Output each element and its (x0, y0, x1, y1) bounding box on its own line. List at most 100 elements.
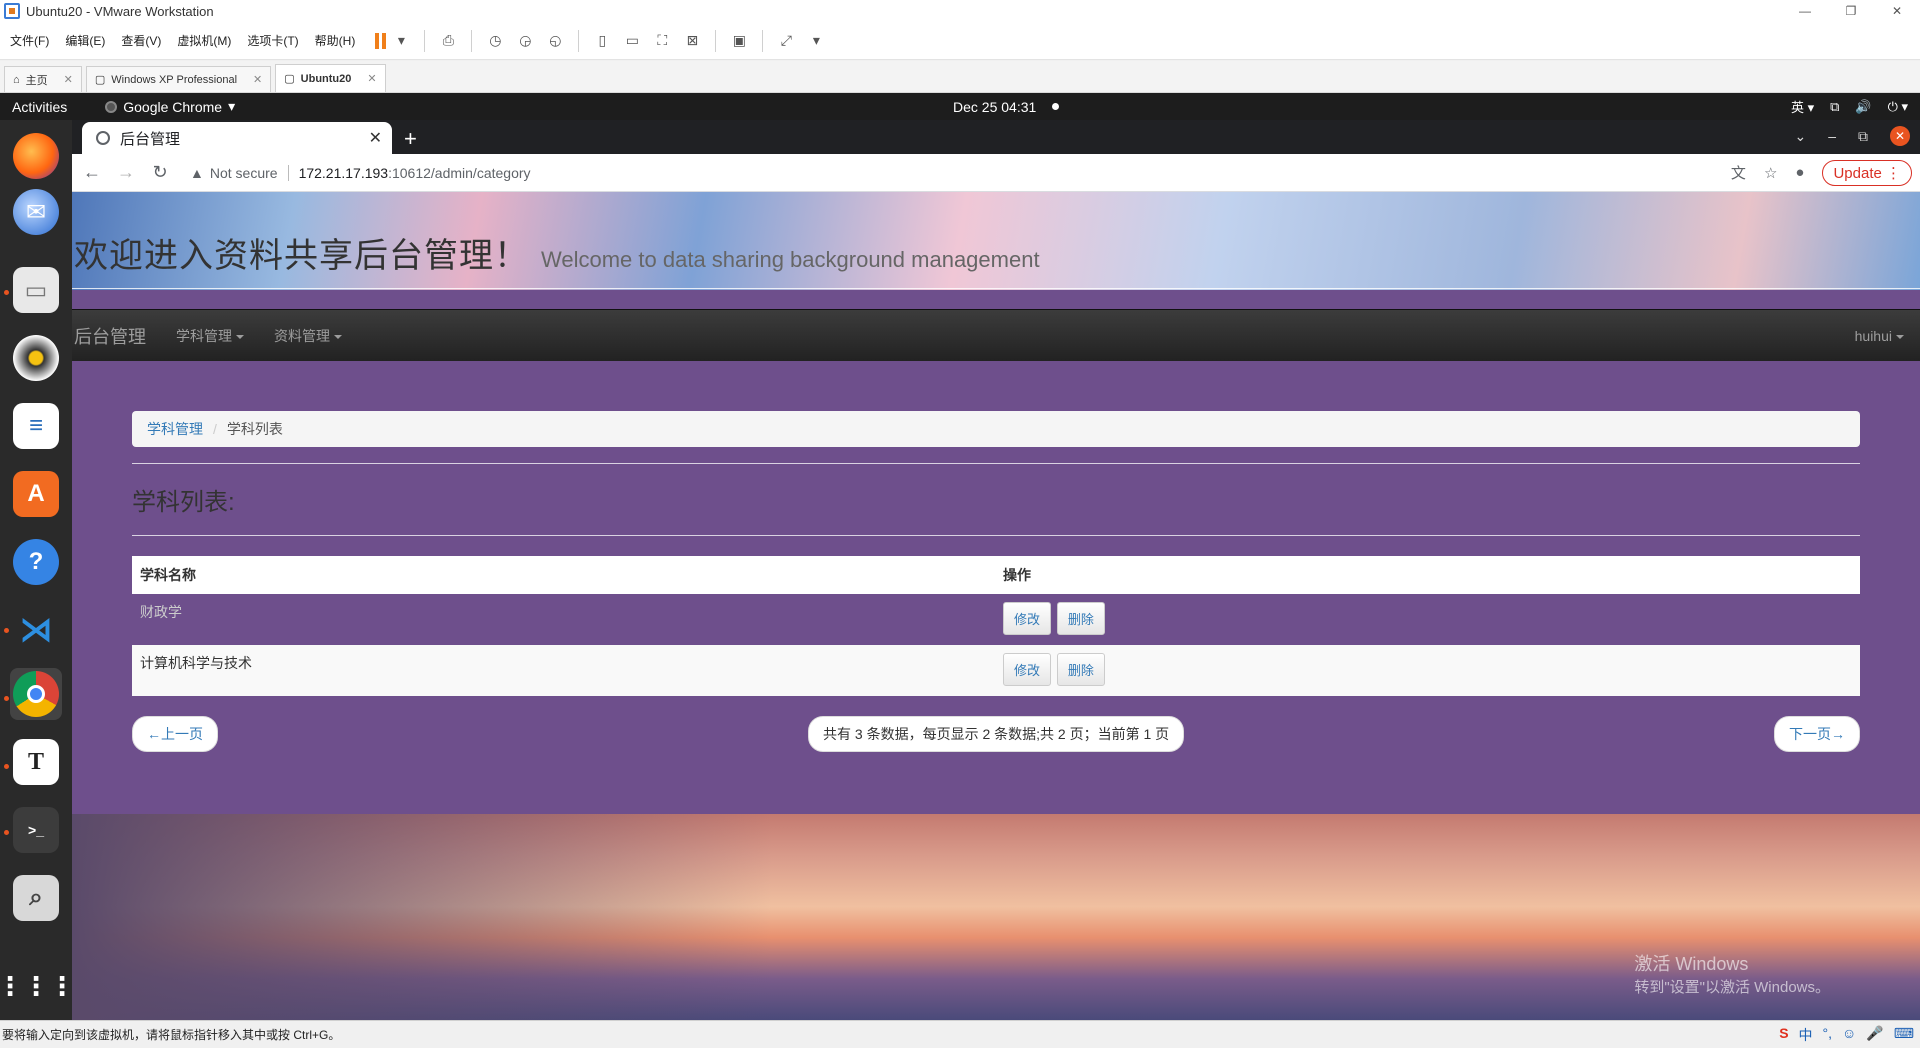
tab-search-icon[interactable]: ⌄ (1794, 128, 1806, 145)
new-tab-button[interactable]: + (404, 126, 417, 152)
minimize-icon[interactable]: – (1828, 128, 1836, 144)
warning-icon[interactable]: ▲ (190, 165, 204, 181)
close-tab-icon[interactable]: ✕ (367, 72, 376, 85)
close-window-icon[interactable]: ✕ (1890, 126, 1910, 146)
close-icon[interactable]: ✕ (1874, 0, 1920, 22)
firefox-icon[interactable] (10, 130, 62, 182)
restore-icon[interactable]: ⧉ (1858, 128, 1868, 145)
menu-tabs[interactable]: 选项卡(T) (241, 32, 304, 49)
list-title: 学科列表: (132, 489, 235, 516)
close-tab-icon[interactable]: ✕ (64, 73, 73, 86)
pagination-summary: 共有 3 条数据，每页显示 2 条数据;共 2 页；当前第 1 页 (808, 716, 1185, 752)
dropdown-icon[interactable]: ▾ (805, 30, 827, 52)
libreoffice-writer-icon[interactable]: ≡ (10, 400, 62, 452)
app-menu[interactable]: Google Chrome ▾ (105, 98, 235, 115)
snapshot-icon[interactable]: ◷ (484, 30, 506, 52)
emoji-icon[interactable]: ☺ (1842, 1025, 1856, 1045)
chrome-icon[interactable] (10, 668, 62, 720)
next-page-button[interactable]: 下一页→ (1774, 716, 1860, 752)
subject-name: 计算机科学与技术 (132, 645, 995, 696)
show-applications-icon[interactable]: ⋮⋮⋮ (0, 960, 75, 1012)
thunderbird-icon[interactable]: ✉ (10, 186, 62, 238)
volume-icon[interactable]: 🔊 (1855, 99, 1871, 115)
nav-material-management[interactable]: 资料管理 (274, 326, 342, 346)
unity-icon[interactable]: ⊠ (681, 30, 703, 52)
menu-help[interactable]: 帮助(H) (309, 32, 362, 49)
column-header-name: 学科名称 (132, 556, 995, 594)
tab-ubuntu20[interactable]: ▢ Ubuntu20 ✕ (275, 64, 386, 92)
breadcrumb-separator: / (213, 421, 217, 437)
keyboard-icon[interactable]: ⌨ (1894, 1025, 1914, 1045)
thumbnail-icon[interactable]: ▭ (621, 30, 643, 52)
tab-windows-xp[interactable]: ▢ Windows XP Professional ✕ (85, 66, 272, 92)
clock[interactable]: Dec 25 04:31 (953, 99, 1060, 115)
restore-icon[interactable]: ❐ (1828, 0, 1874, 22)
bookmark-star-icon[interactable]: ☆ (1764, 164, 1777, 182)
activities-button[interactable]: Activities (12, 99, 67, 115)
translate-icon[interactable]: 文 (1731, 162, 1746, 183)
menu-file[interactable]: 文件(F) (4, 32, 55, 49)
terminal-icon[interactable]: >_ (10, 804, 62, 856)
network-icon[interactable]: ⧉ (1830, 99, 1839, 115)
edit-button[interactable]: 修改 (1003, 602, 1052, 635)
punctuation-icon[interactable]: °, (1823, 1025, 1833, 1045)
rhythmbox-icon[interactable] (10, 332, 62, 384)
minimize-icon[interactable]: — (1782, 0, 1828, 22)
fullscreen-icon[interactable]: ⛶ (651, 30, 673, 52)
address-bar[interactable]: ▲ Not secure 172.21.17.193 :10612/admin/… (190, 164, 531, 181)
delete-button[interactable]: 删除 (1056, 602, 1105, 635)
user-menu[interactable]: huihui (1855, 328, 1904, 344)
profile-icon[interactable]: ● (1795, 164, 1804, 181)
back-icon[interactable]: ← (78, 162, 106, 183)
vmware-logo-icon (4, 3, 20, 19)
navbar-brand[interactable]: 后台管理 (74, 323, 146, 349)
help-icon[interactable]: ? (10, 536, 62, 588)
chrome-small-icon (105, 100, 118, 113)
revert-snapshot-icon[interactable]: ◶ (514, 30, 536, 52)
send-ctrl-alt-del-icon[interactable]: ⎙ (437, 30, 459, 52)
dropdown-icon[interactable]: ▾ (390, 30, 412, 52)
menu-vm[interactable]: 虚拟机(M) (171, 32, 237, 49)
chrome-window-controls: ⌄ – ⧉ ✕ (1794, 126, 1910, 146)
close-tab-icon[interactable]: ✕ (253, 73, 262, 86)
forward-icon[interactable]: → (112, 162, 140, 183)
breadcrumb-current: 学科列表 (226, 421, 283, 437)
vm-running-icon: ▢ (284, 73, 295, 85)
gnome-top-bar: Activities Google Chrome ▾ Dec 25 04:31 … (0, 93, 1920, 120)
snapshot-manager-icon[interactable]: ◵ (544, 30, 566, 52)
menu-edit[interactable]: 编辑(E) (59, 32, 111, 49)
tab-home[interactable]: ⌂ 主页 ✕ (4, 66, 82, 92)
menu-view[interactable]: 查看(V) (115, 32, 167, 49)
admin-navbar: 后台管理 学科管理 资料管理 huihui (72, 309, 1920, 361)
pause-icon[interactable] (375, 32, 387, 49)
breadcrumb-parent[interactable]: 学科管理 (147, 419, 203, 439)
files-icon[interactable]: ▭ (10, 264, 62, 316)
console-icon[interactable]: ▣ (728, 30, 750, 52)
screenshot-icon[interactable]: ⌕ (10, 872, 62, 924)
browser-tab[interactable]: 后台管理 ✕ (82, 122, 392, 154)
chrome-tab-strip: 后台管理 ✕ + ⌄ – ⧉ ✕ (72, 120, 1920, 154)
update-button[interactable]: Update ⋮ (1822, 159, 1912, 186)
edit-button[interactable]: 修改 (1003, 653, 1052, 686)
vscode-icon[interactable]: ⋊ (10, 604, 62, 656)
power-icon[interactable]: ⏻ ▾ (1888, 99, 1908, 115)
delete-button[interactable]: 删除 (1056, 653, 1105, 686)
reload-icon[interactable]: ↻ (146, 162, 174, 183)
typora-icon[interactable]: T (10, 736, 62, 788)
sogou-ime-icon[interactable]: S (1779, 1025, 1788, 1045)
software-center-icon[interactable]: A (10, 468, 62, 520)
ime-mode[interactable]: 中 (1799, 1025, 1813, 1045)
input-method-indicator[interactable]: 英 ▾ (1791, 97, 1814, 116)
voice-icon[interactable]: 🎤 (1866, 1025, 1883, 1045)
security-label[interactable]: Not secure (210, 164, 289, 181)
nav-subject-management[interactable]: 学科管理 (176, 326, 244, 346)
vmware-tab-strip: ⌂ 主页 ✕ ▢ Windows XP Professional ✕ ▢ Ubu… (0, 61, 1920, 93)
library-icon[interactable]: ▯ (591, 30, 613, 52)
stretch-icon[interactable]: ⤢ (775, 30, 797, 52)
page-heading: 欢迎进入资料共享后台管理！ Welcome to data sharing bac… (74, 237, 1040, 275)
tab-label: 主页 (25, 74, 48, 87)
url-host: 172.21.17.193 (298, 164, 389, 181)
prev-page-button[interactable]: ←上一页 (132, 716, 218, 752)
close-tab-icon[interactable]: ✕ (369, 128, 382, 148)
tab-label: Ubuntu20 (300, 72, 352, 85)
